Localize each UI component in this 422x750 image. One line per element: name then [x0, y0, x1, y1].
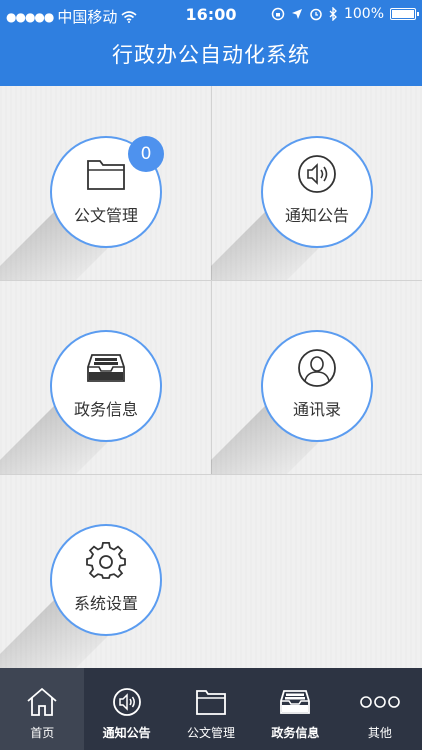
tile-label: 公文管理 — [73, 206, 138, 225]
tile-circle[interactable]: 系统设置 — [50, 524, 162, 636]
alarm-icon — [310, 8, 322, 21]
function-grid: 公文管理 0 通知公告 政务信息 通讯录 系统设置 — [0, 86, 422, 668]
tile-notices[interactable]: 通知公告 — [211, 86, 422, 280]
gear-icon — [86, 542, 126, 579]
folder-icon — [196, 690, 226, 715]
app-title-bar: 行政办公自动化系统 — [0, 30, 422, 86]
tile-contacts[interactable]: 通讯录 — [211, 280, 422, 474]
unread-count-badge: 0 — [128, 136, 164, 172]
speaker-icon — [112, 688, 141, 716]
tile-label: 政务信息 — [73, 400, 138, 419]
tab-document-management[interactable]: 公文管理 — [169, 668, 253, 750]
tile-label: 系统设置 — [73, 594, 138, 613]
tab-notices[interactable]: 通知公告 — [84, 668, 168, 750]
battery-icon — [390, 8, 419, 20]
speaker-icon — [298, 155, 336, 193]
tab-label: 公文管理 — [187, 726, 236, 740]
rotation-lock-icon — [271, 7, 285, 21]
tile-circle[interactable]: 通讯录 — [261, 330, 373, 442]
bluetooth-icon — [329, 7, 337, 21]
tab-label: 政务信息 — [271, 726, 320, 740]
tile-document-management[interactable]: 公文管理 0 — [0, 86, 211, 280]
more-dots-icon — [360, 696, 400, 708]
status-bar: ●●●●● 中国移动 16:00 100% — [0, 0, 422, 30]
tab-home[interactable]: 首页 — [0, 668, 85, 750]
location-arrow-icon — [291, 9, 302, 19]
tab-label: 首页 — [30, 726, 55, 740]
bottom-tab-bar: 首页 通知公告 公文管理 政务信息 其他 — [0, 668, 422, 750]
home-icon — [27, 687, 57, 716]
tile-label: 通知公告 — [284, 206, 349, 225]
tab-label: 通知公告 — [102, 726, 151, 740]
tile-label: 通讯录 — [292, 400, 341, 419]
tab-label: 其他 — [367, 726, 392, 740]
folder-icon — [87, 160, 125, 190]
tile-system-settings[interactable]: 系统设置 — [0, 474, 211, 668]
inbox-tray-icon — [280, 690, 311, 714]
inbox-tray-icon — [87, 354, 125, 382]
battery-percent: 100% — [343, 6, 384, 22]
tab-more[interactable]: 其他 — [338, 668, 422, 750]
page-title: 行政办公自动化系统 — [112, 43, 310, 67]
tile-circle[interactable]: 通知公告 — [261, 136, 373, 248]
tile-circle[interactable]: 政务信息 — [50, 330, 162, 442]
contact-person-icon — [298, 349, 336, 387]
tab-government-info[interactable]: 政务信息 — [253, 668, 337, 750]
tile-government-info[interactable]: 政务信息 — [0, 280, 211, 474]
